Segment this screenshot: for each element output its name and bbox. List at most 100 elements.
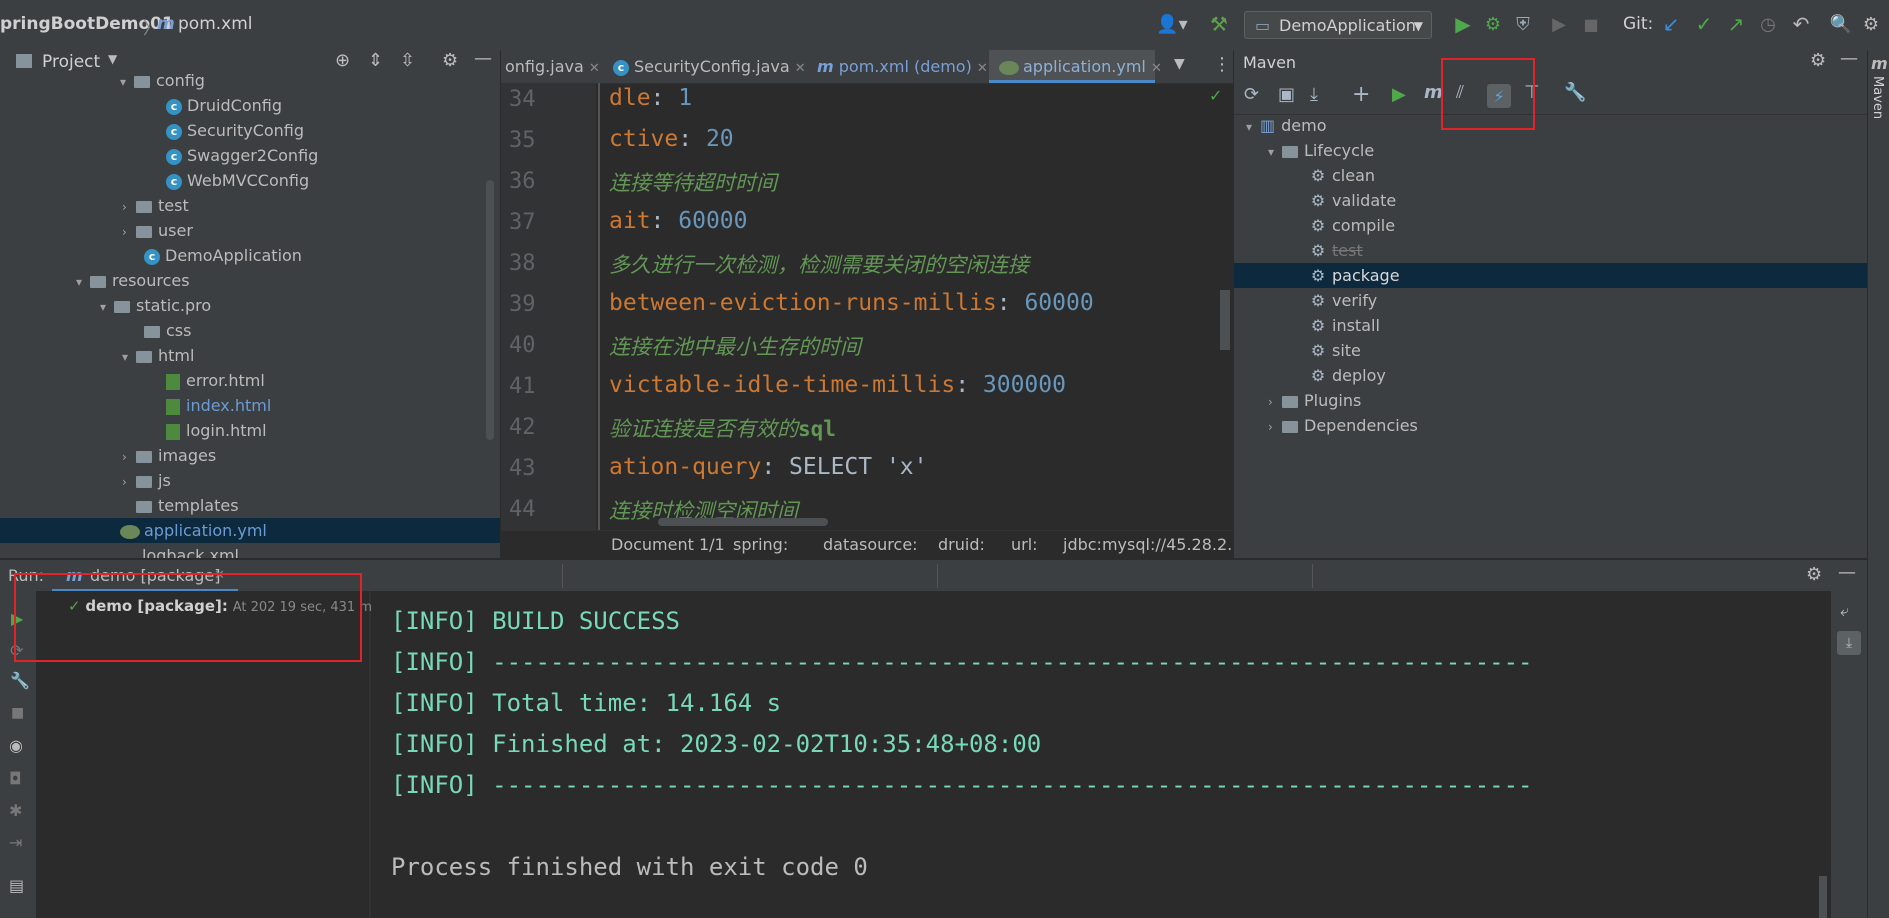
editor-vertical-scrollbar[interactable] bbox=[1220, 290, 1230, 350]
camera-icon[interactable]: ◘ bbox=[9, 769, 22, 788]
debug-icon[interactable]: ✱ bbox=[9, 801, 22, 820]
tree-item-static-pro[interactable]: ▾ static.pro bbox=[100, 293, 211, 318]
settings-gear-icon[interactable]: ⚙ bbox=[1810, 50, 1826, 71]
run-icon[interactable]: ▶ bbox=[1392, 84, 1406, 105]
tree-item-config[interactable]: ▾ config bbox=[120, 68, 205, 93]
lifecycle-phase-test[interactable]: ⚙ test bbox=[1310, 238, 1363, 263]
reload-icon[interactable]: ⟳ bbox=[1244, 84, 1259, 105]
profile-icon[interactable]: ▶ bbox=[1548, 12, 1570, 36]
tab-pom-xml[interactable]: m pom.xml (demo) ✕ bbox=[817, 50, 992, 83]
tree-item-application-yml[interactable]: application.yml bbox=[0, 518, 500, 543]
tree-item-login-html[interactable]: login.html bbox=[166, 418, 267, 443]
file-breadcrumb[interactable]: pom.xml bbox=[178, 14, 253, 34]
lifecycle-phase-site[interactable]: ⚙ site bbox=[1310, 338, 1361, 363]
breadcrumb-item[interactable]: datasource: bbox=[823, 531, 918, 558]
layout-icon[interactable]: ▤ bbox=[9, 876, 24, 895]
tree-item-index-html[interactable]: index.html bbox=[166, 393, 271, 418]
console-scrollbar[interactable] bbox=[1819, 876, 1827, 918]
close-icon[interactable]: ✕ bbox=[977, 61, 988, 76]
maven-dependencies-node[interactable]: › Dependencies bbox=[1268, 413, 1418, 438]
chevron-down-icon[interactable]: ▼ bbox=[108, 52, 117, 66]
exit-icon[interactable]: ⇥ bbox=[9, 833, 22, 852]
git-rollback-icon[interactable]: ↶ bbox=[1790, 12, 1812, 36]
no-problems-check-icon[interactable]: ✓ bbox=[1209, 86, 1222, 105]
hide-panel-icon[interactable]: — bbox=[1840, 50, 1858, 69]
editor-horizontal-scrollbar[interactable] bbox=[658, 518, 828, 526]
wrench-icon[interactable]: 🔧 bbox=[1564, 82, 1586, 103]
breadcrumb-item[interactable]: spring: bbox=[733, 531, 788, 558]
tree-item-swagger2config[interactable]: c Swagger2Config bbox=[166, 143, 318, 168]
expand-all-icon[interactable]: ⇕ bbox=[368, 50, 383, 71]
tree-item-css[interactable]: css bbox=[144, 318, 191, 343]
tree-item-webmvcconfig[interactable]: c WebMVCConfig bbox=[166, 168, 309, 193]
tab-securityconfig-java[interactable]: c SecurityConfig.java ✕ bbox=[613, 50, 809, 83]
search-icon[interactable]: 🔍 bbox=[1830, 12, 1852, 36]
hide-panel-icon[interactable]: — bbox=[474, 50, 492, 69]
download-icon[interactable]: ⤓ bbox=[1310, 84, 1318, 105]
add-icon[interactable]: + bbox=[1352, 82, 1370, 107]
breadcrumb-item[interactable]: druid: bbox=[938, 531, 985, 558]
tree-item-druidconfig[interactable]: c DruidConfig bbox=[166, 93, 282, 118]
generate-sources-icon[interactable]: ▣ bbox=[1278, 84, 1295, 105]
collapse-all-icon[interactable]: ⇳ bbox=[400, 50, 415, 71]
git-push-icon[interactable]: ↗ bbox=[1725, 12, 1747, 36]
tree-item-resources[interactable]: ▾ resources bbox=[76, 268, 190, 293]
hide-panel-icon[interactable]: — bbox=[1838, 562, 1856, 583]
soft-wrap-icon[interactable]: ⤶ bbox=[1840, 601, 1849, 621]
stop-icon[interactable]: ■ bbox=[1580, 12, 1602, 36]
maven-plugins-node[interactable]: › Plugins bbox=[1268, 388, 1361, 413]
user-icon[interactable]: 👤▾ bbox=[1156, 12, 1188, 36]
lifecycle-phase-clean[interactable]: ⚙ clean bbox=[1310, 163, 1375, 188]
tree-item-user[interactable]: › user bbox=[122, 218, 193, 243]
settings-gear-icon[interactable]: ⚙ bbox=[442, 50, 458, 71]
maven-lifecycle-node[interactable]: ▾ Lifecycle bbox=[1268, 138, 1374, 163]
close-icon[interactable]: ✕ bbox=[589, 61, 600, 76]
breadcrumb-item[interactable]: Document 1/1 bbox=[611, 531, 725, 558]
locate-target-icon[interactable]: ⊕ bbox=[335, 50, 350, 71]
breadcrumb-item[interactable]: jdbc:mysql://45.28.2... bbox=[1063, 531, 1233, 558]
run-configuration-select[interactable]: ▭ DemoApplication ▼ bbox=[1244, 11, 1432, 39]
lifecycle-phase-compile[interactable]: ⚙ compile bbox=[1310, 213, 1395, 238]
lifecycle-phase-install[interactable]: ⚙ install bbox=[1310, 313, 1380, 338]
maven-goal-icon[interactable]: m bbox=[1424, 82, 1443, 103]
debug-bug-icon[interactable]: ⚙ bbox=[1482, 12, 1504, 36]
maven-side-tab[interactable]: Maven bbox=[1870, 76, 1885, 119]
scroll-to-end-icon[interactable]: ⤓ bbox=[1837, 631, 1861, 655]
build-hammer-icon[interactable]: ⚒ bbox=[1208, 12, 1230, 36]
maven-tree-root[interactable]: ▾ ▥ demo bbox=[1246, 113, 1327, 138]
lifecycle-phase-verify[interactable]: ⚙ verify bbox=[1310, 288, 1377, 313]
console-output[interactable]: [INFO] BUILD SUCCESS [INFO] ------------… bbox=[371, 591, 1831, 918]
tree-item-html[interactable]: ▾ html bbox=[122, 343, 194, 368]
more-options-icon[interactable]: ⋮ bbox=[1213, 54, 1231, 75]
folder-icon bbox=[90, 275, 106, 288]
git-update-icon[interactable]: ↙ bbox=[1660, 12, 1682, 36]
coverage-icon[interactable]: ⛨ bbox=[1512, 12, 1534, 36]
tree-item-templates[interactable]: templates bbox=[122, 493, 239, 518]
eye-icon[interactable]: ◉ bbox=[9, 736, 23, 755]
git-history-icon[interactable]: ◷ bbox=[1757, 12, 1779, 36]
lifecycle-phase-package[interactable]: ⚙ package bbox=[1234, 263, 1867, 288]
wrench-icon[interactable]: 🔧 bbox=[10, 671, 30, 690]
git-commit-icon[interactable]: ✓ bbox=[1693, 12, 1715, 36]
settings-gear-icon[interactable]: ⚙ bbox=[1860, 12, 1882, 36]
tree-item-securityconfig[interactable]: c SecurityConfig bbox=[166, 118, 304, 143]
lifecycle-phase-validate[interactable]: ⚙ validate bbox=[1310, 188, 1396, 213]
stop-icon[interactable]: ■ bbox=[11, 705, 24, 721]
tree-item-logback-xml[interactable]: logback.xml bbox=[142, 543, 239, 558]
project-view-title[interactable]: Project bbox=[42, 52, 100, 72]
tree-item-demoapplication[interactable]: c DemoApplication bbox=[144, 243, 302, 268]
close-icon[interactable]: ✕ bbox=[1151, 61, 1162, 76]
tab-application-yml[interactable]: application.yml ✕ bbox=[989, 50, 1162, 83]
tab-config-java[interactable]: onfig.java ✕ bbox=[505, 50, 600, 83]
settings-gear-icon[interactable]: ⚙ bbox=[1806, 564, 1822, 585]
tree-item-test[interactable]: › test bbox=[122, 193, 189, 218]
lifecycle-phase-deploy[interactable]: ⚙ deploy bbox=[1310, 363, 1386, 388]
run-icon[interactable]: ▶ bbox=[1452, 12, 1474, 36]
tree-item-error-html[interactable]: error.html bbox=[166, 368, 265, 393]
tree-item-images[interactable]: › images bbox=[122, 443, 216, 468]
chevron-down-icon[interactable]: ▼ bbox=[1174, 56, 1185, 72]
project-scrollbar[interactable] bbox=[486, 180, 494, 440]
close-icon[interactable]: ✕ bbox=[795, 61, 806, 76]
breadcrumb-item[interactable]: url: bbox=[1011, 531, 1038, 558]
tree-item-js[interactable]: › js bbox=[122, 468, 171, 493]
